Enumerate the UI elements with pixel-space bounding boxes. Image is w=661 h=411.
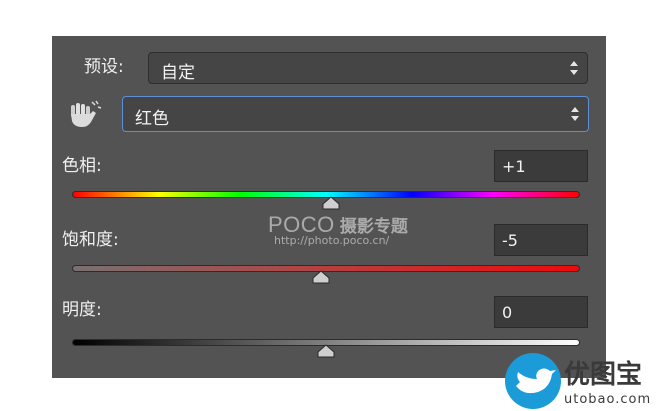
preset-label: 预设: (84, 57, 124, 77)
targeted-adjustment-hand-icon[interactable] (68, 100, 102, 130)
hue-label: 色相: (62, 156, 102, 176)
utobao-domain: utobao.com (564, 392, 652, 407)
poco-watermark-url: http://photo.poco.cn/ (274, 234, 390, 247)
lightness-value-field[interactable]: 0 (494, 296, 588, 328)
lightness-label: 明度: (62, 300, 102, 320)
saturation-slider-thumb[interactable] (312, 270, 330, 284)
utobao-logo: 优图宝 utobao.com (504, 352, 661, 411)
hue-saturation-panel: 预设: 自定 红色 色相: +1 饱和度: -5 明度: 0 POCO 摄影专题… (52, 36, 606, 378)
lightness-value: 0 (502, 303, 513, 322)
channel-value: 红色 (135, 109, 169, 129)
preset-dropdown[interactable]: 自定 (148, 52, 588, 84)
lightness-slider-thumb[interactable] (317, 344, 335, 358)
saturation-label: 饱和度: (62, 230, 119, 250)
utobao-name: 优图宝 (564, 360, 643, 390)
hue-value-field[interactable]: +1 (494, 150, 588, 182)
dropdown-arrow-icon (571, 107, 579, 121)
hue-slider-thumb[interactable] (322, 196, 340, 210)
saturation-value: -5 (502, 231, 518, 250)
hue-value: +1 (502, 157, 526, 176)
preset-value: 自定 (161, 63, 195, 83)
saturation-value-field[interactable]: -5 (494, 224, 588, 256)
channel-dropdown[interactable]: 红色 (122, 96, 589, 132)
dropdown-arrow-icon (570, 61, 578, 75)
bird-logo-icon (505, 353, 561, 409)
poco-watermark: POCO 摄影专题 http://photo.poco.cn/ (268, 212, 408, 247)
